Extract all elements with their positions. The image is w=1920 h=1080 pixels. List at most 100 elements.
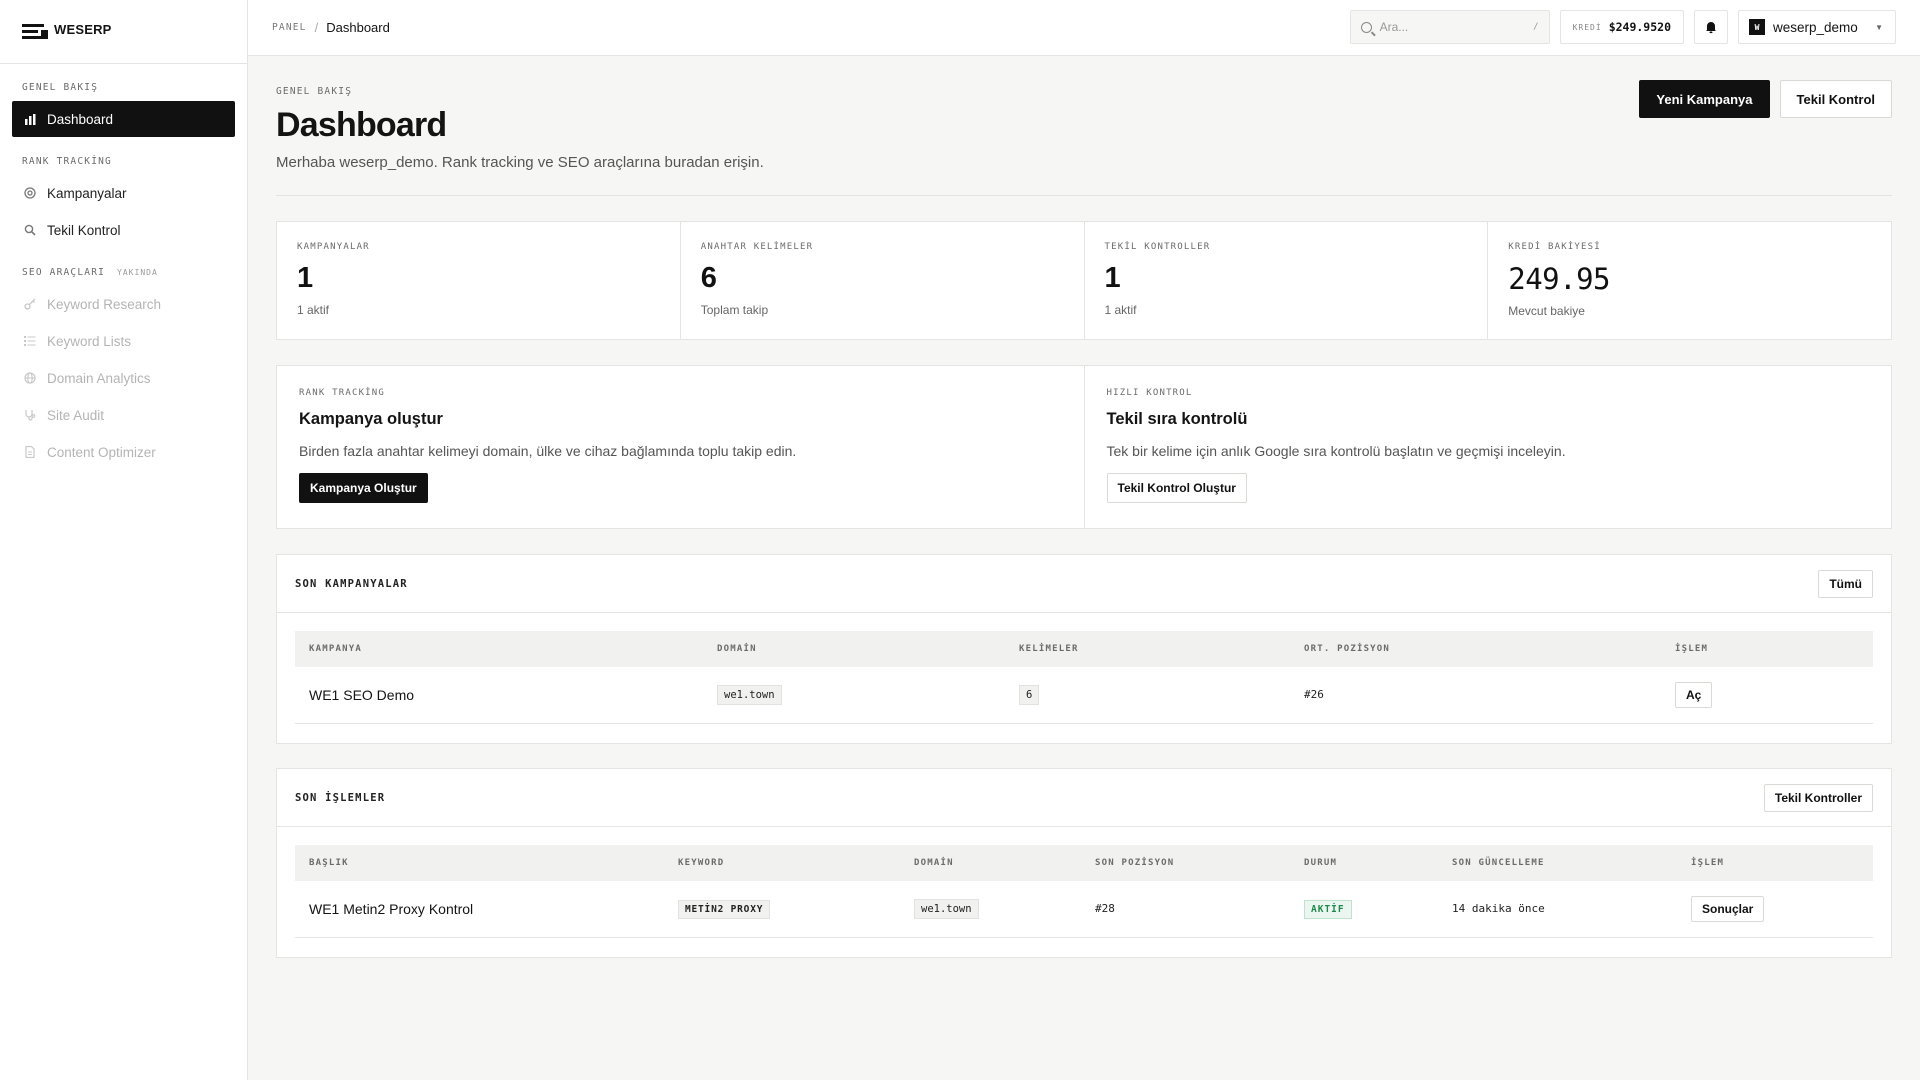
notifications-button[interactable] bbox=[1694, 10, 1728, 44]
breadcrumb-current: Dashboard bbox=[326, 20, 390, 35]
key-icon bbox=[24, 298, 36, 310]
main-content: GENEL BAKIŞ Dashboard Merhaba weserp_dem… bbox=[276, 56, 1892, 958]
search-icon bbox=[24, 224, 36, 236]
brand[interactable]: WESERP bbox=[0, 0, 247, 64]
sidebar-item-dashboard[interactable]: Dashboard bbox=[12, 101, 235, 137]
nav-section-seo-tools: SEO ARAÇLARI YAKINDA bbox=[22, 267, 158, 278]
sidebar-item-label: Content Optimizer bbox=[47, 444, 156, 460]
sidebar-item-content-optimizer: Content Optimizer bbox=[12, 434, 235, 470]
sidebar-item-site-audit: Site Audit bbox=[12, 397, 235, 433]
stat-value: 249.95 bbox=[1508, 262, 1611, 296]
operations-table: BAŞLIK KEYWORD DOMAİN SON POZİSYON DURUM… bbox=[295, 845, 1873, 938]
globe-icon bbox=[24, 372, 36, 384]
column-header[interactable]: KEYWORD bbox=[664, 845, 900, 881]
brand-tagline bbox=[54, 38, 112, 41]
keyword-tag: METİN2 PROXY bbox=[678, 899, 771, 919]
results-button[interactable]: Sonuçlar bbox=[1691, 895, 1765, 922]
column-header[interactable]: DOMAİN bbox=[703, 631, 1005, 667]
page-eyebrow: GENEL BAKIŞ bbox=[276, 86, 353, 97]
card-create-campaign: RANK TRACKİNG Kampanya oluştur Birden fa… bbox=[277, 366, 1085, 528]
single-checks-button[interactable]: Tekil Kontroller bbox=[1763, 783, 1873, 812]
stat-label: TEKİL KONTROLLER bbox=[1104, 242, 1211, 252]
search-input[interactable]: Ara... / bbox=[1349, 10, 1550, 44]
view-all-campaigns-button[interactable]: Tümü bbox=[1818, 569, 1873, 598]
credit-balance[interactable]: KREDİ $249.9520 bbox=[1559, 10, 1684, 44]
keyword-count: 6 bbox=[1019, 684, 1040, 705]
stats-row: KAMPANYALAR 1 1 aktif ANAHTAR KELİMELER … bbox=[276, 221, 1892, 340]
card-title: Kampanya oluştur bbox=[299, 410, 443, 428]
open-campaign-button[interactable]: Aç bbox=[1675, 681, 1713, 708]
stat-card-credit: KREDİ BAKİYESİ 249.95 Mevcut bakiye bbox=[1488, 222, 1891, 339]
domain-tag: we1.town bbox=[717, 684, 782, 705]
operation-title[interactable]: WE1 Metin2 Proxy Kontrol bbox=[295, 881, 664, 938]
user-menu[interactable]: W weserp_demo ▼ bbox=[1738, 10, 1896, 44]
stat-note: 1 aktif bbox=[297, 303, 330, 317]
card-description: Tek bir kelime için anlık Google sıra ko… bbox=[1106, 443, 1566, 459]
breadcrumb-separator: / bbox=[314, 20, 319, 35]
sidebar-item-label: Keyword Research bbox=[47, 296, 162, 312]
sidebar: WESERP GENEL BAKIŞ Dashboard RANK TRACKİ… bbox=[0, 0, 248, 1080]
avg-position: #26 bbox=[1290, 667, 1661, 724]
stat-value: 6 bbox=[700, 262, 717, 294]
page-title: Dashboard bbox=[276, 106, 447, 144]
brand-name: WESERP bbox=[54, 22, 112, 37]
stat-note: 1 aktif bbox=[1104, 303, 1137, 317]
column-header[interactable]: KELİMELER bbox=[1005, 631, 1290, 667]
status-badge: AKTİF bbox=[1304, 899, 1352, 919]
column-header[interactable]: KAMPANYA bbox=[295, 631, 703, 667]
stat-value: 1 bbox=[297, 262, 314, 294]
page-header: GENEL BAKIŞ Dashboard Merhaba weserp_dem… bbox=[276, 56, 1892, 196]
breadcrumb-root[interactable]: PANEL bbox=[272, 22, 307, 33]
sidebar-item-label: Site Audit bbox=[47, 407, 105, 423]
recent-campaigns-panel: SON KAMPANYALAR Tümü KAMPANYA DOMAİN KEL… bbox=[276, 554, 1892, 744]
table-row: WE1 Metin2 Proxy Kontrol METİN2 PROXY we… bbox=[295, 881, 1873, 938]
page-subtitle: Merhaba weserp_demo. Rank tracking ve SE… bbox=[276, 154, 764, 171]
card-title: Tekil sıra kontrolü bbox=[1106, 410, 1248, 428]
coming-soon-badge: YAKINDA bbox=[117, 268, 158, 277]
campaign-name[interactable]: WE1 SEO Demo bbox=[295, 667, 703, 724]
panel-title: SON İŞLEMLER bbox=[295, 791, 386, 804]
stat-note: Toplam takip bbox=[700, 303, 769, 317]
domain-tag: we1.town bbox=[914, 898, 979, 919]
chevron-down-icon: ▼ bbox=[1875, 22, 1883, 32]
column-header[interactable]: BAŞLIK bbox=[295, 845, 664, 881]
column-header[interactable]: SON GÜNCELLEME bbox=[1438, 845, 1677, 881]
breadcrumb: PANEL / Dashboard bbox=[272, 20, 390, 35]
search-placeholder: Ara... bbox=[1379, 20, 1409, 34]
campaigns-table: KAMPANYA DOMAİN KELİMELER ORT. POZİSYON … bbox=[295, 631, 1873, 724]
column-header[interactable]: DOMAİN bbox=[900, 845, 1081, 881]
single-check-button[interactable]: Tekil Kontrol bbox=[1779, 80, 1892, 118]
stat-card-single-checks: TEKİL KONTROLLER 1 1 aktif bbox=[1085, 222, 1489, 339]
column-header[interactable]: DURUM bbox=[1290, 845, 1438, 881]
sidebar-item-label: Kampanyalar bbox=[47, 185, 127, 201]
document-icon bbox=[24, 446, 36, 458]
bell-icon bbox=[1706, 22, 1716, 34]
sidebar-item-kampanyalar[interactable]: Kampanyalar bbox=[12, 175, 235, 211]
create-single-check-button[interactable]: Tekil Kontrol Oluştur bbox=[1106, 473, 1247, 503]
credit-value: $249.9520 bbox=[1608, 20, 1671, 34]
quick-actions: RANK TRACKİNG Kampanya oluştur Birden fa… bbox=[276, 365, 1892, 529]
stat-value: 1 bbox=[1104, 262, 1121, 294]
panel-title: SON KAMPANYALAR bbox=[295, 577, 408, 590]
new-campaign-button[interactable]: Yeni Kampanya bbox=[1639, 80, 1770, 118]
column-header: İŞLEM bbox=[1691, 858, 1725, 868]
create-campaign-button[interactable]: Kampanya Oluştur bbox=[299, 473, 428, 503]
column-header: İŞLEM bbox=[1675, 644, 1709, 654]
avatar: W bbox=[1749, 19, 1765, 35]
sidebar-item-label: Tekil Kontrol bbox=[47, 222, 121, 238]
last-position: #28 bbox=[1081, 881, 1290, 938]
card-description: Birden fazla anahtar kelimeyi domain, ül… bbox=[299, 443, 797, 459]
search-shortcut-hint: / bbox=[1533, 22, 1539, 32]
nav-section-rank-tracking: RANK TRACKİNG bbox=[22, 156, 112, 167]
sidebar-item-domain-analytics: Domain Analytics bbox=[12, 360, 235, 396]
sidebar-item-keyword-research: Keyword Research bbox=[12, 286, 235, 322]
column-header[interactable]: ORT. POZİSYON bbox=[1290, 631, 1661, 667]
nav-section-overview: GENEL BAKIŞ bbox=[22, 82, 99, 93]
column-header[interactable]: SON POZİSYON bbox=[1081, 845, 1290, 881]
credit-label: KREDİ bbox=[1572, 22, 1602, 32]
stethoscope-icon bbox=[24, 409, 36, 421]
stat-label: KREDİ BAKİYESİ bbox=[1508, 242, 1601, 252]
last-updated: 14 dakika önce bbox=[1438, 881, 1677, 938]
sidebar-item-tekil-kontrol[interactable]: Tekil Kontrol bbox=[12, 212, 235, 248]
recent-operations-panel: SON İŞLEMLER Tekil Kontroller BAŞLIK KEY… bbox=[276, 768, 1892, 958]
